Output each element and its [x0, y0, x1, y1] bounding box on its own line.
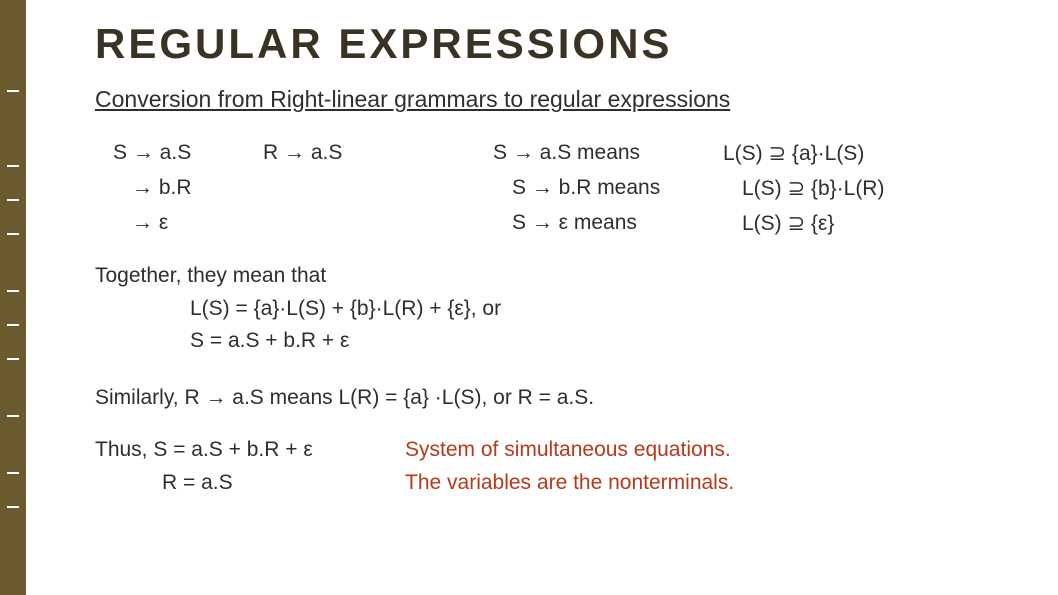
thus-row: Thus, S = a.S + b.R + ε R = a.S System o…	[95, 434, 1018, 499]
similarly-text: Similarly, R → a.S means L(R) = {a} ·L(S…	[95, 382, 1018, 415]
equation-line: L(S) = {a}·L(S) + {b}·L(R) + {ε}, or	[95, 293, 1018, 326]
cell: L(S) ⊇ {b}·L(R)	[742, 176, 1018, 201]
slide-subtitle: Conversion from Right-linear grammars to…	[95, 86, 1018, 113]
thus-left: Thus, S = a.S + b.R + ε R = a.S	[95, 434, 405, 499]
cell: → b.R	[95, 176, 282, 201]
together-block: Together, they mean that L(S) = {a}·L(S)…	[95, 260, 1018, 358]
cell: S → a.S	[95, 141, 263, 166]
cell: R → a.S	[263, 141, 493, 166]
cell: S → ε means	[512, 211, 742, 236]
system-line: System of simultaneous equations.	[405, 434, 734, 467]
cell	[282, 176, 512, 201]
cell: S → a.S means	[493, 141, 723, 166]
cell: L(S) ⊇ {ε}	[742, 211, 1018, 236]
cell: L(S) ⊇ {a}·L(S)	[723, 141, 1018, 166]
cell: → ε	[95, 211, 282, 236]
slide-title: REGULAR EXPRESSIONS	[95, 20, 1018, 68]
grammar-row: S → a.S R → a.S S → a.S means L(S) ⊇ {a}…	[95, 141, 1018, 166]
left-sidebar	[0, 0, 26, 595]
grammar-row: → b.R S → b.R means L(S) ⊇ {b}·L(R)	[95, 176, 1018, 201]
cell: S → b.R means	[512, 176, 742, 201]
cell	[282, 211, 512, 236]
together-text: Together, they mean that	[95, 260, 1018, 293]
thus-line: R = a.S	[95, 467, 405, 500]
grammar-row: → ε S → ε means L(S) ⊇ {ε}	[95, 211, 1018, 236]
equation-line: S = a.S + b.R + ε	[95, 325, 1018, 358]
thus-line: Thus, S = a.S + b.R + ε	[95, 434, 405, 467]
system-text: System of simultaneous equations. The va…	[405, 434, 734, 499]
system-line: The variables are the nonterminals.	[405, 467, 734, 500]
slide-content: REGULAR EXPRESSIONS Conversion from Righ…	[95, 20, 1018, 499]
